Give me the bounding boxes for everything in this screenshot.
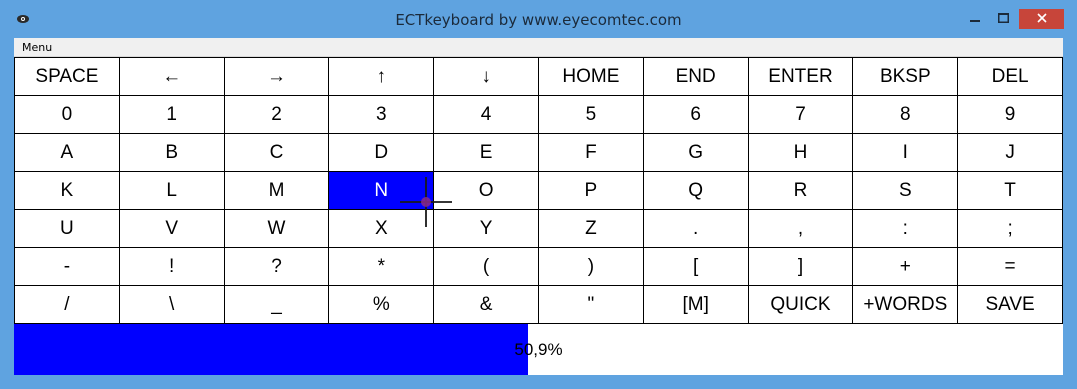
key-space[interactable]: SPACE — [15, 58, 120, 96]
key-z[interactable]: Z — [539, 210, 644, 248]
window-bottom-border — [0, 375, 1077, 389]
key-equals[interactable]: = — [958, 248, 1063, 286]
key-comma[interactable]: , — [748, 210, 854, 248]
window-title: ECTkeyboard by www.eyecomtec.com — [395, 11, 682, 29]
minimize-button[interactable] — [962, 8, 988, 30]
key-home[interactable]: HOME — [539, 58, 644, 96]
key-percent[interactable]: % — [329, 286, 435, 324]
key-r[interactable]: R — [748, 172, 854, 210]
key-quote[interactable]: " — [539, 286, 644, 324]
key-up-arrow[interactable]: ↑ — [329, 58, 435, 96]
key-h[interactable]: H — [748, 134, 854, 172]
key-d[interactable]: D — [329, 134, 435, 172]
key-g[interactable]: G — [643, 134, 749, 172]
key-open-bracket[interactable]: [ — [643, 248, 749, 286]
key-f[interactable]: F — [539, 134, 644, 172]
key-backslash[interactable]: \ — [119, 286, 225, 324]
key-l[interactable]: L — [119, 172, 225, 210]
key-0[interactable]: 0 — [15, 96, 120, 134]
key-bksp[interactable]: BKSP — [853, 58, 959, 96]
key-semicolon[interactable]: ; — [958, 210, 1063, 248]
title-bar[interactable]: ECTkeyboard by www.eyecomtec.com — [0, 0, 1077, 38]
key-n[interactable]: N — [329, 172, 435, 210]
close-icon — [1036, 10, 1047, 28]
key-5[interactable]: 5 — [539, 96, 644, 134]
key-6[interactable]: 6 — [643, 96, 749, 134]
progress-bar: 50,9% — [14, 324, 1063, 375]
key-w[interactable]: W — [224, 210, 330, 248]
key-period[interactable]: . — [643, 210, 749, 248]
key-close-paren[interactable]: ) — [539, 248, 644, 286]
key-m-bracket[interactable]: [M] — [643, 286, 749, 324]
key-q[interactable]: Q — [643, 172, 749, 210]
key-j[interactable]: J — [958, 134, 1063, 172]
minimize-icon — [970, 10, 980, 28]
key-quick[interactable]: QUICK — [748, 286, 854, 324]
key-2[interactable]: 2 — [224, 96, 330, 134]
key-4[interactable]: 4 — [434, 96, 539, 134]
key-a[interactable]: A — [15, 134, 120, 172]
key-u[interactable]: U — [15, 210, 120, 248]
key-9[interactable]: 9 — [958, 96, 1063, 134]
key-1[interactable]: 1 — [119, 96, 225, 134]
key-8[interactable]: 8 — [853, 96, 959, 134]
key-underscore[interactable]: _ — [224, 286, 330, 324]
key-end[interactable]: END — [643, 58, 749, 96]
key-enter[interactable]: ENTER — [748, 58, 854, 96]
close-button[interactable] — [1019, 9, 1064, 29]
key-exclamation[interactable]: ! — [119, 248, 225, 286]
key-k[interactable]: K — [15, 172, 120, 210]
key-v[interactable]: V — [119, 210, 225, 248]
menu-item-menu[interactable]: Menu — [22, 41, 52, 54]
key-left-arrow[interactable]: ← — [119, 58, 225, 96]
key-i[interactable]: I — [853, 134, 959, 172]
on-screen-keyboard: SPACE ← → ↑ ↓ HOME END ENTER BKSP DEL 0 1 2 3 4 5 6 7 8 9 A B… — [14, 57, 1063, 324]
key-b[interactable]: B — [119, 134, 225, 172]
key-p[interactable]: P — [539, 172, 644, 210]
maximize-icon — [997, 10, 1009, 28]
app-window: ECTkeyboard by www.eyecomtec.com Menu SP… — [0, 0, 1077, 389]
key-save[interactable]: SAVE — [958, 286, 1063, 324]
key-o[interactable]: O — [434, 172, 539, 210]
key-open-paren[interactable]: ( — [434, 248, 539, 286]
key-plus[interactable]: + — [853, 248, 959, 286]
menu-bar: Menu — [14, 38, 1063, 57]
key-m[interactable]: M — [224, 172, 330, 210]
key-del[interactable]: DEL — [958, 58, 1063, 96]
maximize-button[interactable] — [990, 8, 1016, 30]
key-7[interactable]: 7 — [748, 96, 854, 134]
key-c[interactable]: C — [224, 134, 330, 172]
key-close-bracket[interactable]: ] — [748, 248, 854, 286]
key-e[interactable]: E — [434, 134, 539, 172]
key-slash[interactable]: / — [15, 286, 120, 324]
key-ampersand[interactable]: & — [434, 286, 539, 324]
key-right-arrow[interactable]: → — [224, 58, 330, 96]
key-x[interactable]: X — [329, 210, 435, 248]
key-y[interactable]: Y — [434, 210, 539, 248]
key-s[interactable]: S — [853, 172, 959, 210]
key-down-arrow[interactable]: ↓ — [434, 58, 539, 96]
progress-label: 50,9% — [514, 340, 563, 359]
key-plus-words[interactable]: +WORDS — [853, 286, 959, 324]
key-question[interactable]: ? — [224, 248, 330, 286]
key-t[interactable]: T — [958, 172, 1063, 210]
key-minus[interactable]: - — [15, 248, 120, 286]
key-3[interactable]: 3 — [329, 96, 435, 134]
key-colon[interactable]: : — [853, 210, 959, 248]
key-asterisk[interactable]: * — [329, 248, 435, 286]
